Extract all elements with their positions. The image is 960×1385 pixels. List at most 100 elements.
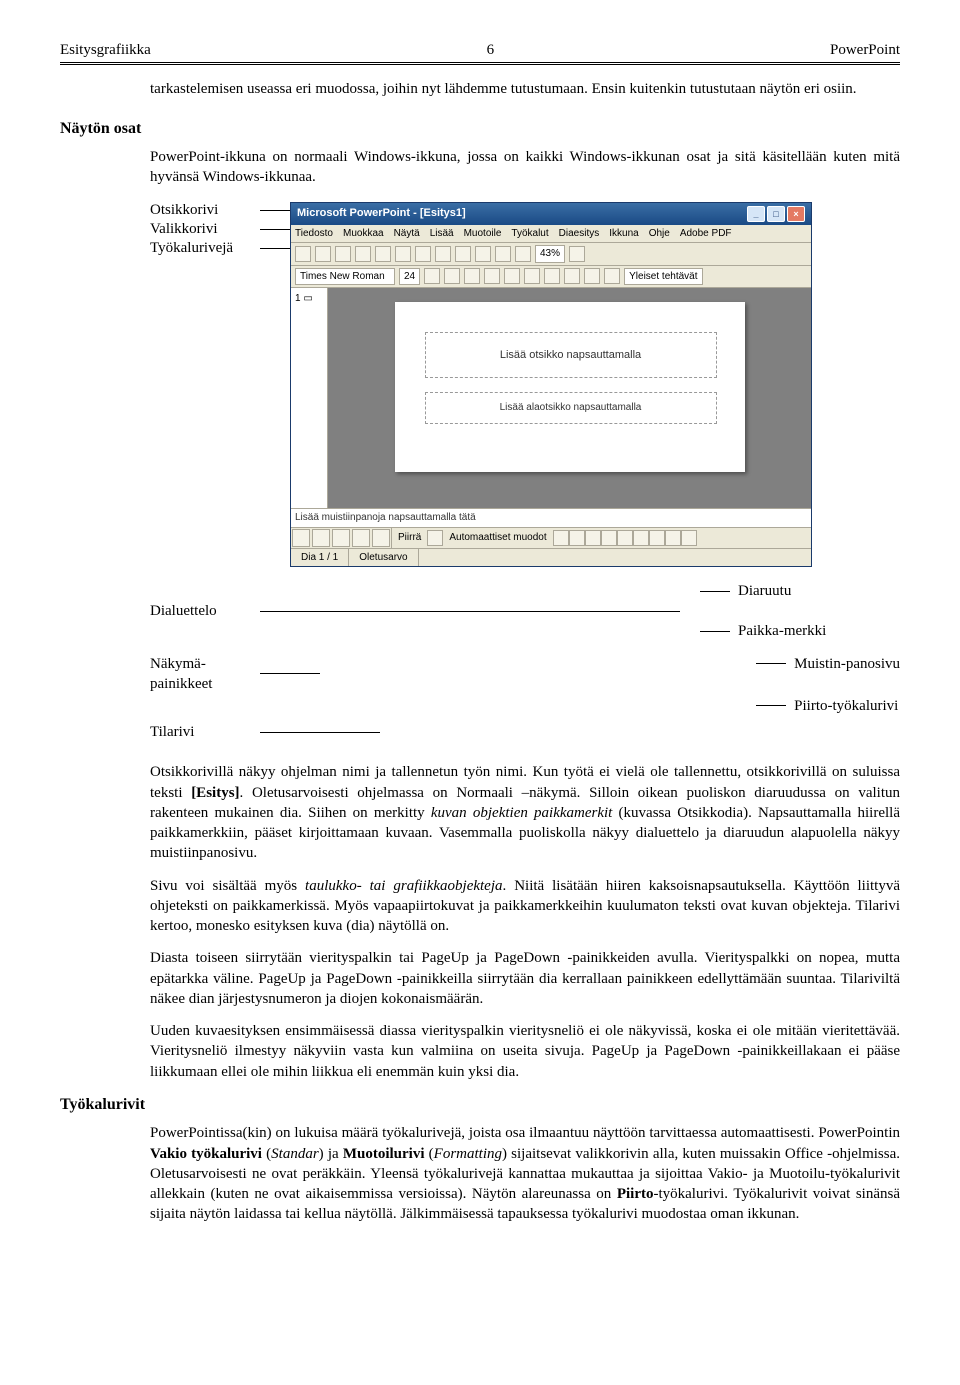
sorter-view-button[interactable] [352,529,370,547]
header-page-number: 6 [487,40,495,60]
wordart-icon[interactable] [633,530,649,546]
underline-icon[interactable] [464,268,480,284]
slide-pane[interactable]: Lisää otsikko napsauttamalla Lisää alaot… [328,288,811,508]
label-tyokaluriveja: Työkalurivejä [150,238,260,258]
connector-line [260,611,680,612]
oval-icon[interactable] [601,530,617,546]
menu-bar[interactable]: Tiedosto Muokkaa Näytä Lisää Muotoile Ty… [291,225,811,244]
menu-item[interactable]: Muotoile [464,227,502,241]
autoshapes-menu[interactable]: Automaattiset muodot [443,529,552,547]
menu-item[interactable]: Näytä [394,227,420,241]
align-left-icon[interactable] [504,268,520,284]
app-window: Microsoft PowerPoint - [Esitys1] _ □ × T… [290,202,812,568]
normal-view-button[interactable] [292,529,310,547]
fill-color-icon[interactable] [649,530,665,546]
help-icon[interactable] [569,246,585,262]
insert-table-icon[interactable] [495,246,511,262]
connector-line [756,663,786,664]
line-color-icon[interactable] [665,530,681,546]
redo-icon[interactable] [455,246,471,262]
shadow-icon[interactable] [484,268,500,284]
diagram-top: Otsikkorivi Valikkorivi Työkalurivejä Mi… [150,202,900,568]
window-text: PowerPoint-ikkuna on normaali Windows-ik… [150,147,900,188]
status-bar: Dia 1 / 1 Oletusarvo [291,548,811,567]
print-icon[interactable] [355,246,371,262]
label-otsikkorivi: Otsikkorivi [150,200,260,220]
menu-item[interactable]: Ohje [649,227,670,241]
close-button[interactable]: × [787,206,805,222]
page-header: Esitysgrafiikka 6 PowerPoint [60,40,900,65]
zoom-select[interactable]: 43% [535,245,565,263]
bottom-toolbar: Piirrä Automaattiset muodot [291,527,811,548]
label-muistinpanosivu: Muistin-panosivu [794,654,900,674]
menu-item[interactable]: Ikkuna [609,227,638,241]
align-right-icon[interactable] [544,268,560,284]
label-tilarivi: Tilarivi [150,722,260,742]
menu-item[interactable]: Lisää [430,227,454,241]
zoom-icon[interactable] [515,246,531,262]
status-layout: Oletusarvo [349,549,418,567]
cut-icon[interactable] [375,246,391,262]
section-heading-tyokalurivit: Työkalurivit [60,1094,900,1116]
outline-view-button[interactable] [312,529,330,547]
copy-icon[interactable] [395,246,411,262]
label-valikkorivi: Valikkorivi [150,219,260,239]
decrease-font-icon[interactable] [604,268,620,284]
font-color-icon[interactable] [681,530,697,546]
bullets-icon[interactable] [564,268,580,284]
italic-icon[interactable] [444,268,460,284]
increase-font-icon[interactable] [584,268,600,284]
header-right: PowerPoint [830,40,900,60]
bold-icon[interactable] [424,268,440,284]
subtitle-placeholder[interactable]: Lisää alaotsikko napsauttamalla [425,392,717,424]
formatting-toolbar[interactable]: Times New Roman 24 Yleiset tehtävät [291,266,811,289]
title-bar-text: Microsoft PowerPoint - [Esitys1] [297,206,466,221]
minimize-button[interactable]: _ [747,206,765,222]
connector-line [260,229,290,230]
label-nakymapainikkeet: Näkymä-painikkeet [150,654,260,695]
intro-paragraph: tarkastelemisen useassa eri muodossa, jo… [150,79,900,99]
menu-item[interactable]: Muokkaa [343,227,384,241]
font-select[interactable]: Times New Roman [295,268,395,286]
menu-item[interactable]: Adobe PDF [680,227,732,241]
outline-pane[interactable]: 1 ▭ [291,288,328,508]
align-center-icon[interactable] [524,268,540,284]
body-paragraphs: Otsikkorivillä näkyy ohjelman nimi ja ta… [150,762,900,1082]
intro-text: tarkastelemisen useassa eri muodossa, jo… [150,79,900,99]
arrow-icon[interactable] [569,530,585,546]
undo-icon[interactable] [435,246,451,262]
notes-pane[interactable]: Lisää muistiinpanoja napsauttamalla tätä [291,508,811,527]
label-piirtotyokalurivi: Piirto-työkalurivi [794,696,898,716]
connector-line [260,248,290,249]
standard-toolbar[interactable]: 43% [291,243,811,266]
select-icon[interactable] [427,530,443,546]
connector-line [260,732,380,733]
p-tk: PowerPointissa(kin) on lukuisa määrä työ… [150,1123,900,1224]
open-icon[interactable] [315,246,331,262]
window-paragraph: PowerPoint-ikkuna on normaali Windows-ik… [150,147,900,188]
common-tasks-menu[interactable]: Yleiset tehtävät [624,268,702,286]
maximize-button[interactable]: □ [767,206,785,222]
rectangle-icon[interactable] [585,530,601,546]
header-left: Esitysgrafiikka [60,40,151,60]
textbox-icon[interactable] [617,530,633,546]
menu-item[interactable]: Tiedosto [295,227,333,241]
label-paikkamerkki: Paikka-merkki [738,621,826,641]
connector-line [260,673,320,674]
menu-item[interactable]: Työkalut [511,227,548,241]
font-size-select[interactable]: 24 [399,268,420,286]
draw-menu[interactable]: Piirrä [392,529,427,547]
menu-item[interactable]: Diaesitys [559,227,600,241]
title-bar[interactable]: Microsoft PowerPoint - [Esitys1] _ □ × [291,203,811,225]
save-icon[interactable] [335,246,351,262]
line-icon[interactable] [553,530,569,546]
slide-view-button[interactable] [332,529,350,547]
new-icon[interactable] [295,246,311,262]
slide[interactable]: Lisää otsikko napsauttamalla Lisää alaot… [395,302,745,472]
diagram-lower: Näkymä-painikkeet Tilarivi Muistin-panos… [150,654,900,743]
p-otsikkorivi: Otsikkorivillä näkyy ohjelman nimi ja ta… [150,762,900,863]
title-placeholder[interactable]: Lisää otsikko napsauttamalla [425,332,717,378]
paste-icon[interactable] [415,246,431,262]
insert-chart-icon[interactable] [475,246,491,262]
slideshow-view-button[interactable] [372,529,390,547]
